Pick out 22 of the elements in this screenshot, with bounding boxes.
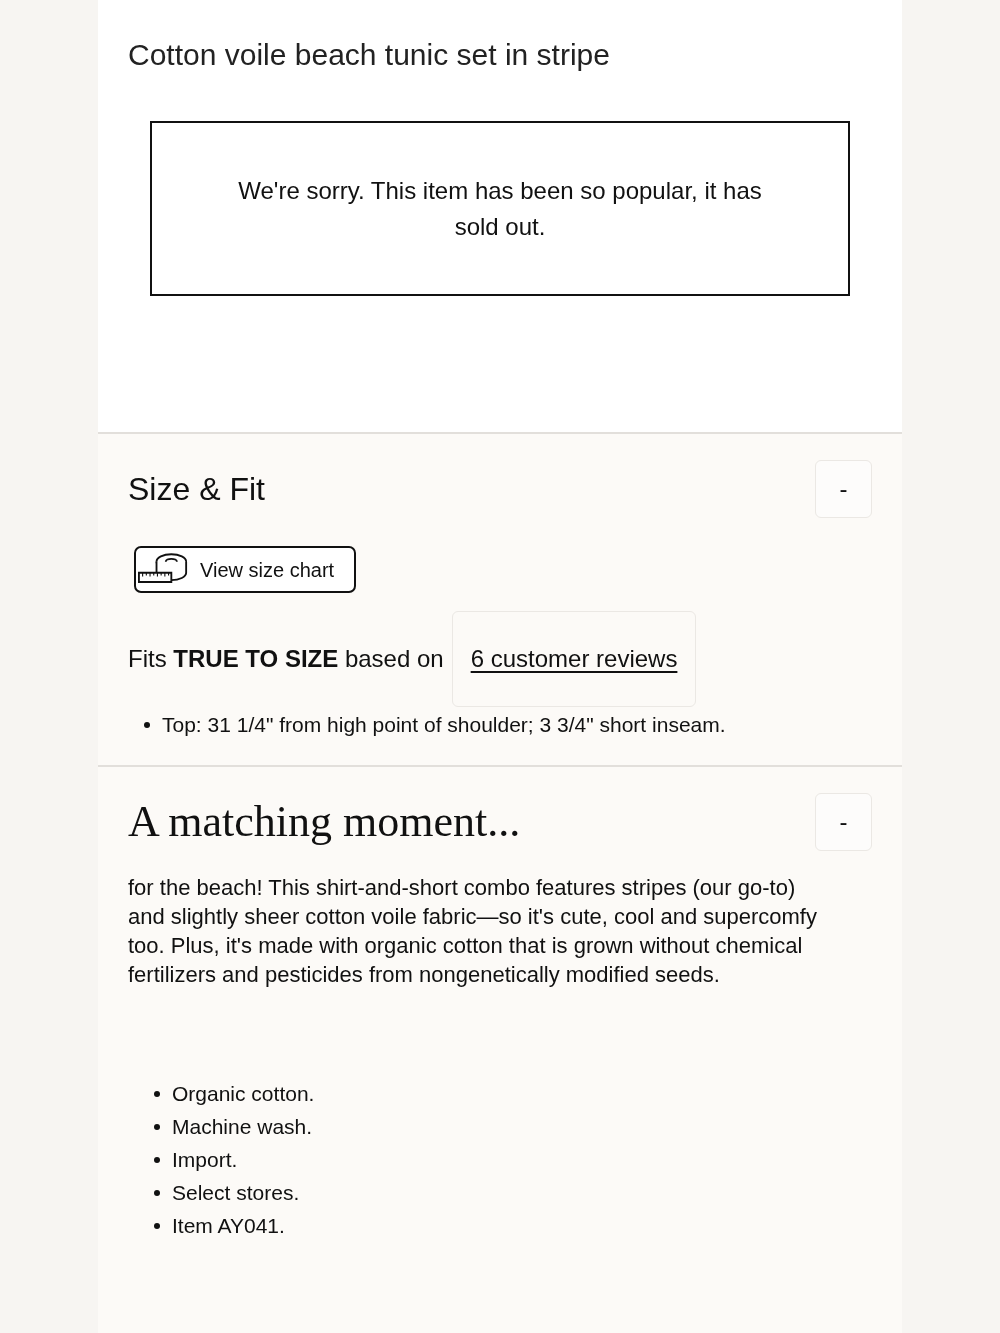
bullet-text: Import. (172, 1147, 238, 1173)
collapse-button[interactable]: - (815, 460, 872, 518)
bullet-icon (154, 1156, 160, 1163)
description-paragraph: for the beach! This shirt-and-short combo features stripes (our go-to) and slightly sheer cotton voile fabric—so it's cute, cool and supercomfy too. Plus, it's made with organic cotton that is grown without chemical fertilizers and pesticides from nongenetically modified seeds. (128, 874, 818, 989)
collapse-button[interactable]: - (815, 793, 872, 851)
bullet-icon (154, 1090, 160, 1097)
product-title: Cotton voile beach tunic set in stripe (127, 37, 611, 73)
bullet-icon (154, 1222, 160, 1229)
bullet-text: Select stores. (172, 1180, 300, 1206)
reviews-link[interactable]: 6 customer reviews (451, 611, 697, 707)
bullet-text: Top: 31 1/4" from high point of shoulder; 3 3/4" short inseam. (162, 712, 726, 738)
bullet-text: Machine wash. (172, 1114, 313, 1140)
bullet-icon (154, 1123, 160, 1130)
bullet-text: Organic cotton. (172, 1081, 315, 1107)
section-heading: A matching moment... (128, 796, 521, 848)
bullet-text: Item AY041. (172, 1213, 285, 1239)
bullet-icon (144, 722, 150, 728)
sold-out-message: We're sorry. This item has been so popular, it has sold out. (237, 175, 763, 242)
bullet-icon (154, 1189, 160, 1196)
fit-text: Fits TRUE TO SIZE based on (128, 644, 445, 674)
section-heading: Size & Fit (128, 470, 265, 509)
size-chart-button[interactable]: View size chart (134, 546, 357, 593)
